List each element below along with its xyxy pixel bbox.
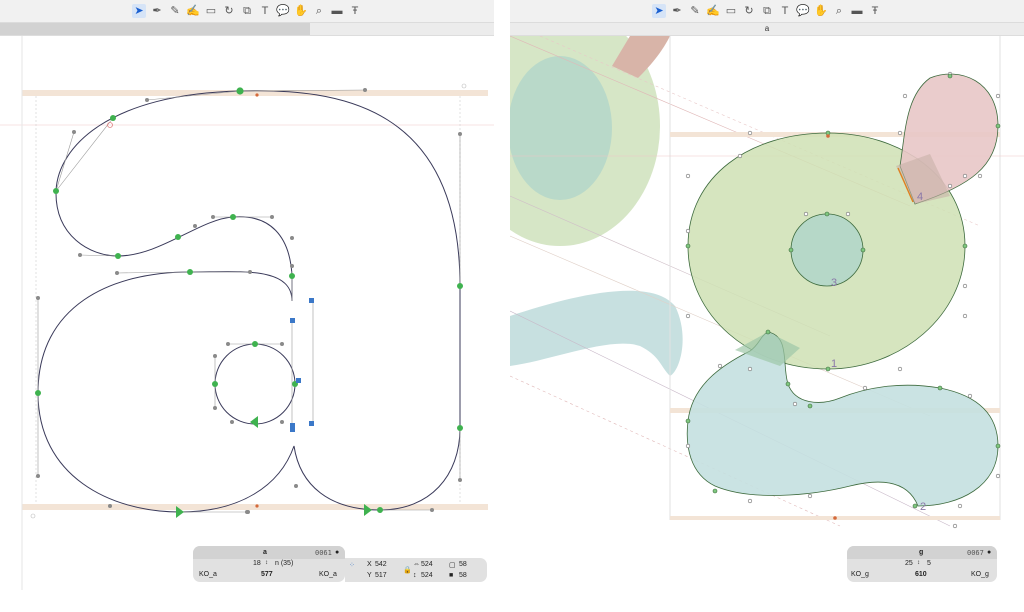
rectangle-icon[interactable]: ▭ xyxy=(724,4,738,18)
corner-marker xyxy=(461,83,467,89)
hand-icon[interactable]: ✋ xyxy=(814,4,828,18)
pane-gutter xyxy=(494,0,510,612)
height-field[interactable]: 524 xyxy=(421,572,433,579)
extra-top-value[interactable]: 58 xyxy=(459,561,467,568)
transform-origin-icon[interactable]: ⁘ xyxy=(349,561,355,569)
rectangle-icon[interactable]: ▭ xyxy=(204,4,218,18)
right-glyph-canvas[interactable]: 1 2 3 4 xyxy=(510,36,1024,590)
zoom-icon[interactable]: ⌕ xyxy=(832,4,846,18)
label-4: 4 xyxy=(917,191,923,203)
on-curve-nodes xyxy=(35,87,463,513)
anchor-bottom xyxy=(833,516,837,520)
annotation-icon[interactable]: 💬 xyxy=(276,4,290,18)
anchor-top xyxy=(826,134,830,138)
label-1: 1 xyxy=(831,358,837,370)
x-value[interactable]: 542 xyxy=(375,561,387,568)
glyph-name: a xyxy=(263,549,267,556)
glyph-name: g xyxy=(919,549,924,556)
glyph-unicode: 0067 xyxy=(967,549,984,557)
baseline-metric-band xyxy=(22,504,488,510)
selected-handles xyxy=(290,298,314,432)
y-value[interactable]: 517 xyxy=(375,572,387,579)
knife-icon[interactable]: ⧉ xyxy=(760,4,774,18)
info-menu-icon[interactable]: ● xyxy=(987,549,991,556)
info-menu-icon[interactable]: ● xyxy=(335,549,339,556)
kerning-right-value[interactable]: 5 xyxy=(927,560,931,567)
lock-icon[interactable]: 🔒 xyxy=(403,566,412,574)
rsb-group[interactable]: KO_a xyxy=(319,571,337,578)
right-glyph-editor: ➤ ✒ ✎ ✍ ▭ ↻ ⧉ T 💬 ✋ ⌕ ▬ Ŧ a 1 2 3 4 g 00… xyxy=(510,0,1024,590)
pencil-icon[interactable]: ✎ xyxy=(168,4,182,18)
extra-bottom-value[interactable]: 58 xyxy=(459,572,467,579)
annotation-icon[interactable]: 💬 xyxy=(796,4,810,18)
width-value[interactable]: 610 xyxy=(915,571,927,578)
rotate-icon[interactable]: ↻ xyxy=(742,4,756,18)
pen-icon[interactable]: ✒ xyxy=(670,4,684,18)
control-handle-lines xyxy=(37,89,461,513)
glyph-unicode: 0061 xyxy=(315,549,332,557)
lsb-group[interactable]: KO_g xyxy=(851,571,869,578)
knife-icon[interactable]: ⧉ xyxy=(240,4,254,18)
right-toolbar: ➤ ✒ ✎ ✍ ▭ ↻ ⧉ T 💬 ✋ ⌕ ▬ Ŧ xyxy=(510,0,1024,23)
glyph-g-counter xyxy=(790,213,864,287)
type-icon[interactable]: Ŧ xyxy=(868,4,882,18)
label-2: 2 xyxy=(920,501,926,513)
left-toolbar: ➤ ✒ ✎ ✍ ▭ ↻ ⧉ T 💬 ✋ ⌕ ▬ Ŧ xyxy=(0,0,494,23)
left-glyph-editor: ➤ ✒ ✎ ✍ ▭ ↻ ⧉ T 💬 ✋ ⌕ ▬ Ŧ a 0061 ● 18 ↕ … xyxy=(0,0,494,590)
anchor-top xyxy=(255,93,259,97)
lsb-group[interactable]: KO_a xyxy=(199,571,217,578)
left-glyph-info-panel: a 0061 ● 18 ↕ n (35) KO_a 577 KO_a xyxy=(193,546,345,582)
neighbor-teal-shape xyxy=(510,290,683,376)
left-transform-panel: ⁘ X 542 Y 517 🔒 ⇔ 524 ↕ 524 ▢ 58 ■ 58 xyxy=(345,558,487,582)
kerning-link-icon[interactable]: ↕ xyxy=(917,560,920,566)
width-field[interactable]: 524 xyxy=(421,561,433,568)
left-tab-bar[interactable] xyxy=(0,23,494,36)
width-value[interactable]: 577 xyxy=(261,571,273,578)
pencil-icon[interactable]: ✎ xyxy=(688,4,702,18)
type-icon[interactable]: Ŧ xyxy=(348,4,362,18)
bottom-strip xyxy=(0,590,1024,612)
corner-marker-2 xyxy=(30,513,36,519)
brush-icon[interactable]: ✍ xyxy=(706,4,720,18)
measure-icon[interactable]: ▬ xyxy=(850,4,864,18)
right-tab-label[interactable]: a xyxy=(510,23,1024,35)
measure-icon[interactable]: ▬ xyxy=(330,4,344,18)
off-curve-points xyxy=(36,88,462,514)
kerning-left-value[interactable]: 25 xyxy=(905,560,913,567)
text-icon[interactable]: T xyxy=(258,4,272,18)
brush-icon[interactable]: ✍ xyxy=(186,4,200,18)
neighbor-o-inner xyxy=(510,56,612,200)
start-point-marker-3 xyxy=(250,416,258,428)
glyph-a-outer-contour xyxy=(37,90,461,513)
rotate-icon[interactable]: ↻ xyxy=(222,4,236,18)
left-glyph-canvas[interactable] xyxy=(0,36,494,590)
left-tab-active-segment[interactable] xyxy=(0,23,310,35)
pointer-icon[interactable]: ➤ xyxy=(652,4,666,18)
kerning-left-value[interactable]: 18 xyxy=(253,560,261,567)
label-3: 3 xyxy=(831,277,837,289)
text-icon[interactable]: T xyxy=(778,4,792,18)
kerning-right-value[interactable]: n (35) xyxy=(275,560,293,567)
anchor-bottom xyxy=(255,504,259,508)
right-glyph-info-panel: g 0067 ● 25 ↕ 5 KO_g 610 KO_g xyxy=(847,546,997,582)
pointer-icon[interactable]: ➤ xyxy=(132,4,146,18)
hand-icon[interactable]: ✋ xyxy=(294,4,308,18)
pen-icon[interactable]: ✒ xyxy=(150,4,164,18)
right-tab-bar[interactable]: a xyxy=(510,23,1024,36)
kerning-link-icon[interactable]: ↕ xyxy=(265,560,268,566)
glyph-a-counter-contour xyxy=(214,343,296,425)
zoom-icon[interactable]: ⌕ xyxy=(312,4,326,18)
rsb-group[interactable]: KO_g xyxy=(971,571,989,578)
